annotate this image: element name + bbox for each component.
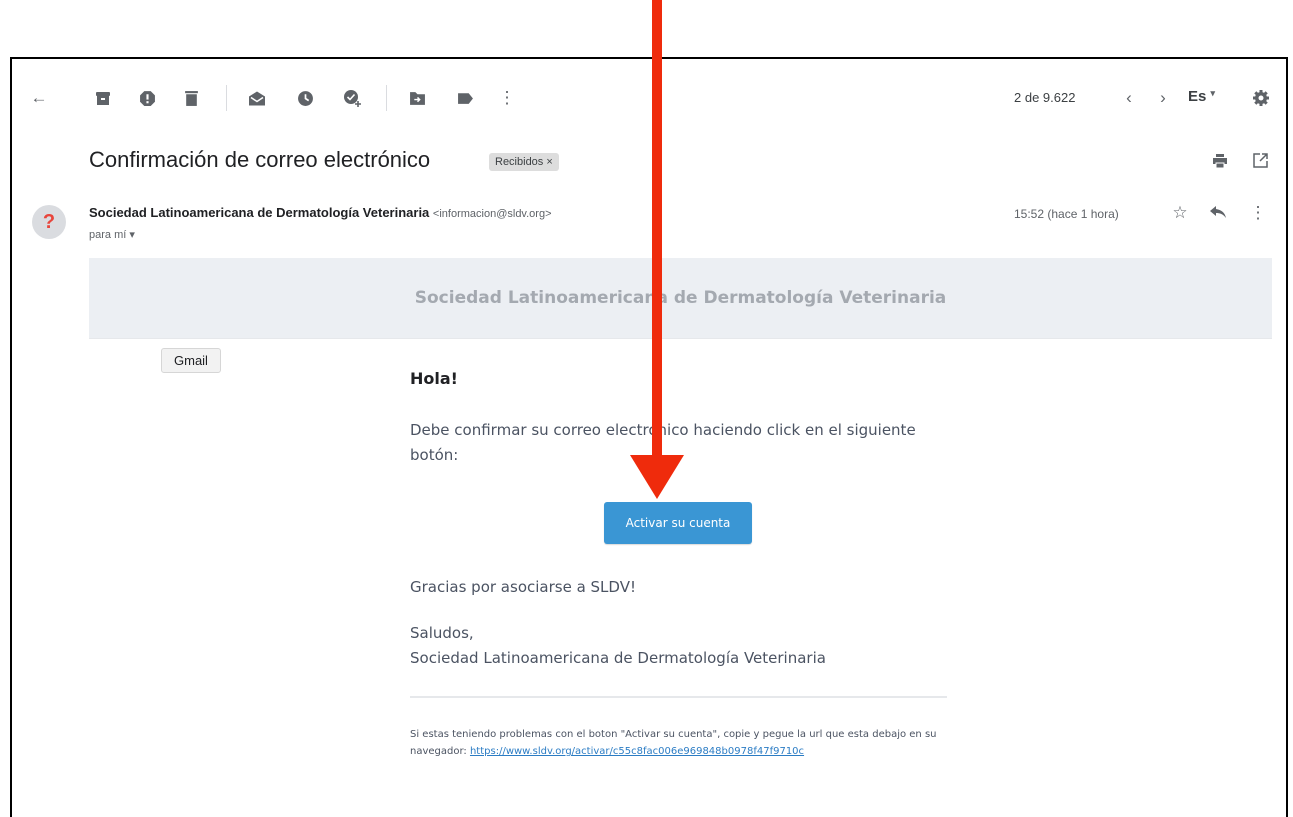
previous-email-icon[interactable]: ‹	[1118, 87, 1140, 109]
add-task-icon[interactable]	[342, 87, 364, 109]
thanks-text: Gracias por asociarse a SLDV!	[410, 578, 636, 596]
folder-move-icon[interactable]	[406, 87, 428, 109]
email-banner: Sociedad Latinoamericana de Dermatología…	[89, 258, 1272, 338]
email-subject: Confirmación de correo electrónico	[89, 147, 431, 172]
gmail-tooltip: Gmail	[161, 348, 221, 373]
fallback-url-note: Si estas teniendo problemas con el boton…	[410, 726, 950, 760]
activate-account-button[interactable]: Activar su cuenta	[604, 502, 752, 544]
sender-name: Sociedad Latinoamericana de Dermatología…	[89, 205, 430, 220]
annotation-arrow-head	[630, 455, 684, 499]
language-label: Es	[1188, 88, 1207, 105]
divider	[410, 696, 947, 698]
toolbar: ← ⋮ 2 de 9.622 ‹ › Es ▾	[12, 59, 1286, 137]
trash-icon[interactable]	[180, 87, 202, 109]
email-timestamp: 15:52 (hace 1 hora)	[1014, 207, 1119, 221]
inbox-label-chip[interactable]: Recibidos ×	[489, 153, 559, 171]
banner-title: Sociedad Latinoamericana de Dermatología…	[414, 288, 947, 308]
chevron-down-icon: ▾	[1210, 88, 1216, 98]
divider	[89, 338, 1272, 339]
annotation-arrow-shaft	[652, 0, 662, 458]
pagination-count: 2 de 9.622	[1014, 90, 1076, 105]
archive-icon[interactable]	[92, 87, 114, 109]
signature-text: Sociedad Latinoamericana de Dermatología…	[410, 649, 826, 667]
sender-email: <informacion@sldv.org>	[432, 208, 552, 220]
language-selector[interactable]: Es ▾	[1188, 88, 1215, 105]
toolbar-divider	[226, 85, 227, 111]
greeting: Hola!	[410, 369, 458, 388]
recipient-details-toggle[interactable]: para mí ▾	[89, 228, 135, 241]
star-icon[interactable]: ☆	[1170, 203, 1190, 223]
sender-avatar: ?	[32, 205, 66, 239]
more-options-icon[interactable]: ⋮	[496, 87, 518, 109]
back-arrow-icon[interactable]: ←	[28, 87, 50, 109]
open-in-new-window-icon[interactable]	[1250, 153, 1270, 173]
email-window: ← ⋮ 2 de 9.622 ‹ › Es ▾ Confirmación de …	[10, 57, 1288, 817]
more-options-icon[interactable]: ⋮	[1248, 203, 1268, 223]
sender-info: Sociedad Latinoamericana de Dermatología…	[89, 205, 552, 220]
reply-icon[interactable]	[1208, 203, 1228, 223]
report-spam-icon[interactable]	[136, 87, 158, 109]
sign-off-text: Saludos,	[410, 624, 474, 642]
envelope-open-icon[interactable]	[246, 87, 268, 109]
toolbar-divider	[386, 85, 387, 111]
clock-icon[interactable]	[294, 87, 316, 109]
gear-icon[interactable]	[1250, 87, 1272, 109]
print-icon[interactable]	[1210, 153, 1230, 174]
label-icon[interactable]	[454, 87, 476, 109]
next-email-icon[interactable]: ›	[1152, 87, 1174, 109]
activation-link[interactable]: https://www.sldv.org/activar/c55c8fac006…	[470, 746, 804, 757]
